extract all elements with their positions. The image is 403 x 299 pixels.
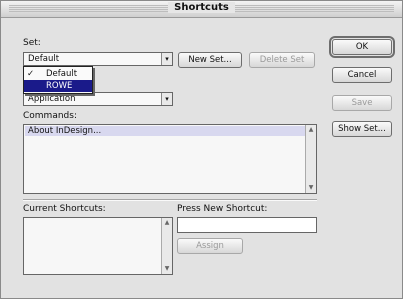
save-button[interactable]: Save xyxy=(332,95,392,111)
scroll-down-icon[interactable]: ▼ xyxy=(162,264,172,274)
commands-scrollbar[interactable]: ▲ ▼ xyxy=(305,125,316,193)
scroll-down-icon[interactable]: ▼ xyxy=(306,183,316,193)
divider xyxy=(23,199,317,201)
chevron-down-icon: ▾ xyxy=(161,53,172,65)
assign-button[interactable]: Assign xyxy=(177,238,243,254)
press-new-shortcut-label: Press New Shortcut: xyxy=(177,204,268,214)
new-shortcut-input[interactable] xyxy=(177,217,317,233)
menu-item-default[interactable]: ✓ Default xyxy=(24,68,92,80)
dialog-title: Shortcuts xyxy=(1,2,402,13)
menu-item-rowe[interactable]: ROWE xyxy=(24,80,92,92)
context-dropdown[interactable]: Application ▾ xyxy=(23,92,173,106)
scroll-up-icon[interactable]: ▲ xyxy=(162,218,172,228)
context-dropdown-value: Application xyxy=(28,94,76,104)
list-item[interactable]: About InDesign... xyxy=(25,126,305,136)
ok-button[interactable]: OK xyxy=(332,39,392,55)
scroll-up-icon[interactable]: ▲ xyxy=(306,125,316,135)
set-popup-menu: ✓ Default ROWE xyxy=(23,66,93,94)
chevron-down-icon: ▾ xyxy=(161,93,172,105)
show-set-button[interactable]: Show Set... xyxy=(332,121,392,137)
current-shortcuts-scrollbar[interactable]: ▲ ▼ xyxy=(161,218,172,274)
title-bar[interactable]: Shortcuts xyxy=(1,1,402,18)
shortcuts-dialog: Shortcuts Set: Default ▾ New Set... Dele… xyxy=(0,0,403,299)
current-shortcuts-list[interactable]: ▲ ▼ xyxy=(23,217,173,275)
commands-label: Commands: xyxy=(23,111,77,121)
set-dropdown-value: Default xyxy=(28,54,60,64)
set-dropdown[interactable]: Default ▾ xyxy=(23,52,173,66)
set-label: Set: xyxy=(23,38,41,48)
cancel-button[interactable]: Cancel xyxy=(332,67,392,83)
checkmark-icon: ✓ xyxy=(27,69,35,79)
current-shortcuts-label: Current Shortcuts: xyxy=(23,204,106,214)
commands-list[interactable]: About InDesign... ▲ ▼ xyxy=(23,124,317,194)
new-set-button[interactable]: New Set... xyxy=(178,52,242,68)
delete-set-button[interactable]: Delete Set xyxy=(249,52,315,68)
